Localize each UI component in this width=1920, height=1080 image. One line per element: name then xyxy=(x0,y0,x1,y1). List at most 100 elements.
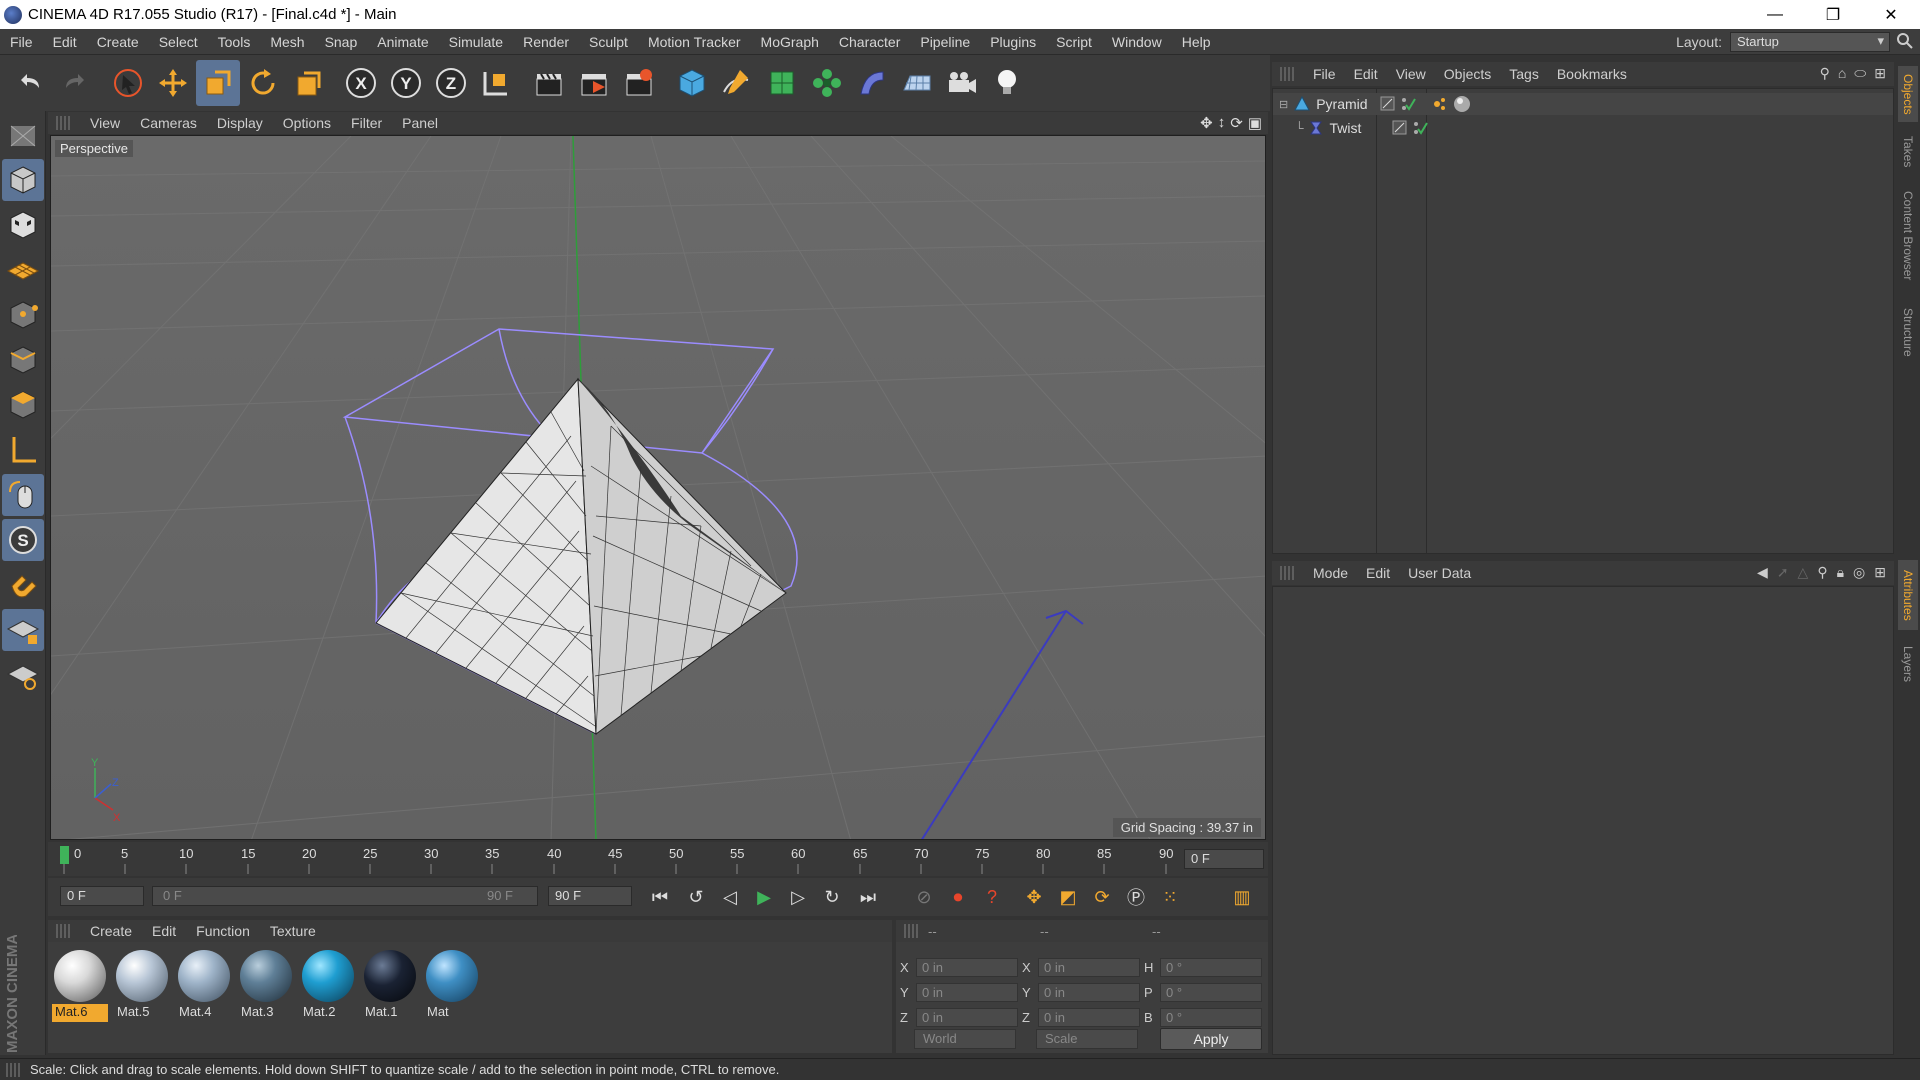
close-button[interactable]: ✕ xyxy=(1862,0,1920,29)
scale-tool-button[interactable] xyxy=(196,60,240,106)
material-menu-edit[interactable]: Edit xyxy=(142,923,186,939)
material-swatch[interactable]: Mat.3 xyxy=(238,948,294,1020)
material-swatch[interactable]: Mat.1 xyxy=(362,948,418,1020)
add-camera-button[interactable] xyxy=(940,60,984,106)
coordinate-system-button[interactable] xyxy=(474,60,518,106)
start-frame-field[interactable]: 0 F xyxy=(60,886,144,906)
material-swatch[interactable]: Mat.4 xyxy=(176,948,232,1020)
model-mode-button[interactable] xyxy=(2,159,44,201)
attributes-menu-edit[interactable]: Edit xyxy=(1357,565,1399,581)
menu-snap[interactable]: Snap xyxy=(315,34,368,50)
object-row-twist[interactable]: └ Twist xyxy=(1273,117,1893,139)
attributes-menu-user-data[interactable]: User Data xyxy=(1399,565,1480,581)
rotation-p-field[interactable]: 0 ° xyxy=(1160,983,1262,1002)
previous-key-button[interactable]: ↺ xyxy=(680,882,712,912)
rotate-tool-button[interactable] xyxy=(241,60,285,106)
coordinate-space-select[interactable]: World xyxy=(914,1029,1016,1049)
record-rotation-button[interactable]: ⟳ xyxy=(1086,882,1118,912)
play-button[interactable]: ▶ xyxy=(748,882,780,912)
move-tool-button[interactable] xyxy=(151,60,195,106)
material-tag-icon[interactable] xyxy=(1452,94,1472,114)
enabled-check-icon[interactable] xyxy=(1400,96,1417,112)
size-x-field[interactable]: 0 in xyxy=(1038,958,1140,977)
size-z-field[interactable]: 0 in xyxy=(1038,1008,1140,1027)
viewport-camera-label[interactable]: Perspective xyxy=(55,140,133,157)
new-panel-icon[interactable]: ⊞ xyxy=(1874,65,1886,82)
viewport-menu-panel[interactable]: Panel xyxy=(392,115,448,131)
size-y-field[interactable]: 0 in xyxy=(1038,983,1140,1002)
x-axis-lock-button[interactable]: X xyxy=(339,60,383,106)
planar-workplane-button[interactable] xyxy=(2,654,44,696)
rotation-b-field[interactable]: 0 ° xyxy=(1160,1008,1262,1027)
objects-menu-view[interactable]: View xyxy=(1387,66,1435,82)
render-picture-viewer-button[interactable] xyxy=(572,60,616,106)
material-menu-texture[interactable]: Texture xyxy=(260,923,326,939)
make-editable-button[interactable] xyxy=(2,114,44,156)
material-menu-create[interactable]: Create xyxy=(80,923,142,939)
material-swatch[interactable]: Mat.2 xyxy=(300,948,356,1020)
object-row-pyramid[interactable]: ⊟ Pyramid xyxy=(1273,93,1893,115)
menu-plugins[interactable]: Plugins xyxy=(980,34,1046,50)
restore-button[interactable]: ❐ xyxy=(1804,0,1862,29)
enabled-check-icon[interactable] xyxy=(1412,120,1428,136)
redo-button[interactable] xyxy=(53,60,97,106)
render-view-button[interactable] xyxy=(527,60,571,106)
layout-select[interactable]: Startup xyxy=(1730,32,1890,52)
position-z-field[interactable]: 0 in xyxy=(916,1008,1018,1027)
panel-grip[interactable] xyxy=(56,924,70,938)
material-menu-function[interactable]: Function xyxy=(186,923,260,939)
end-frame-field[interactable]: 90 F xyxy=(548,886,632,906)
menu-sculpt[interactable]: Sculpt xyxy=(579,34,638,50)
add-deformer-button[interactable] xyxy=(850,60,894,106)
lock-icon[interactable]: 🔒︎ xyxy=(1837,564,1844,581)
tree-collapse-icon[interactable]: ⊟ xyxy=(1279,98,1288,111)
editor-visible-icon[interactable] xyxy=(1380,96,1396,112)
add-scene-button[interactable] xyxy=(895,60,939,106)
tab-objects[interactable]: Objects xyxy=(1898,66,1918,122)
menu-animate[interactable]: Animate xyxy=(367,34,438,50)
edges-mode-button[interactable] xyxy=(2,339,44,381)
viewport-menu-filter[interactable]: Filter xyxy=(341,115,392,131)
maximize-view-icon[interactable]: ▣ xyxy=(1248,114,1262,132)
layer-icon[interactable]: ⬭ xyxy=(1854,65,1866,82)
panel-grip[interactable] xyxy=(56,116,70,130)
dolly-view-icon[interactable]: ↕ xyxy=(1218,114,1226,132)
menu-mesh[interactable]: Mesh xyxy=(260,34,314,50)
menu-script[interactable]: Script xyxy=(1046,34,1102,50)
minimize-button[interactable]: — xyxy=(1746,0,1804,29)
perspective-viewport[interactable]: Y X Z Perspective Grid Spacing : 39.37 i… xyxy=(50,135,1266,840)
panel-grip[interactable] xyxy=(904,924,918,938)
record-active-button[interactable]: ⊘ xyxy=(908,882,940,912)
menu-tools[interactable]: Tools xyxy=(208,34,261,50)
panel-grip[interactable] xyxy=(1280,67,1294,81)
menu-help[interactable]: Help xyxy=(1172,34,1221,50)
phong-tag-icon[interactable] xyxy=(1432,95,1450,113)
editor-visible-icon[interactable] xyxy=(1392,120,1408,136)
objects-menu-bookmarks[interactable]: Bookmarks xyxy=(1548,66,1636,82)
current-frame-field[interactable]: 0 F xyxy=(1184,849,1264,869)
menu-pipeline[interactable]: Pipeline xyxy=(910,34,980,50)
axis-mode-button[interactable] xyxy=(2,429,44,471)
menu-edit[interactable]: Edit xyxy=(43,34,87,50)
material-swatch[interactable]: Mat.6 xyxy=(52,948,108,1022)
tab-attributes[interactable]: Attributes xyxy=(1898,560,1918,630)
next-key-button[interactable]: ↻ xyxy=(816,882,848,912)
forward-arrow-icon[interactable]: ➚ xyxy=(1777,564,1789,581)
orbit-view-icon[interactable]: ⟳ xyxy=(1230,114,1243,132)
frame-range-slider[interactable]: 0 F 90 F xyxy=(152,886,538,906)
panel-grip[interactable] xyxy=(6,1063,20,1077)
add-cube-button[interactable] xyxy=(670,60,714,106)
tab-layers[interactable]: Layers xyxy=(1898,640,1918,688)
tab-structure[interactable]: Structure xyxy=(1898,300,1918,364)
tweak-mode-button[interactable] xyxy=(2,474,44,516)
record-parameter-button[interactable]: Ⓟ xyxy=(1120,882,1152,912)
workplane-mode-button[interactable] xyxy=(2,249,44,291)
go-to-start-button[interactable]: ⏮ xyxy=(644,882,676,912)
material-swatch[interactable]: Mat xyxy=(424,948,480,1020)
menu-file[interactable]: File xyxy=(0,34,43,50)
objects-menu-edit[interactable]: Edit xyxy=(1345,66,1387,82)
record-point-level-button[interactable]: ⁙ xyxy=(1154,882,1186,912)
search-icon[interactable] xyxy=(1896,32,1914,50)
live-selection-button[interactable] xyxy=(106,60,150,106)
menu-render[interactable]: Render xyxy=(513,34,579,50)
